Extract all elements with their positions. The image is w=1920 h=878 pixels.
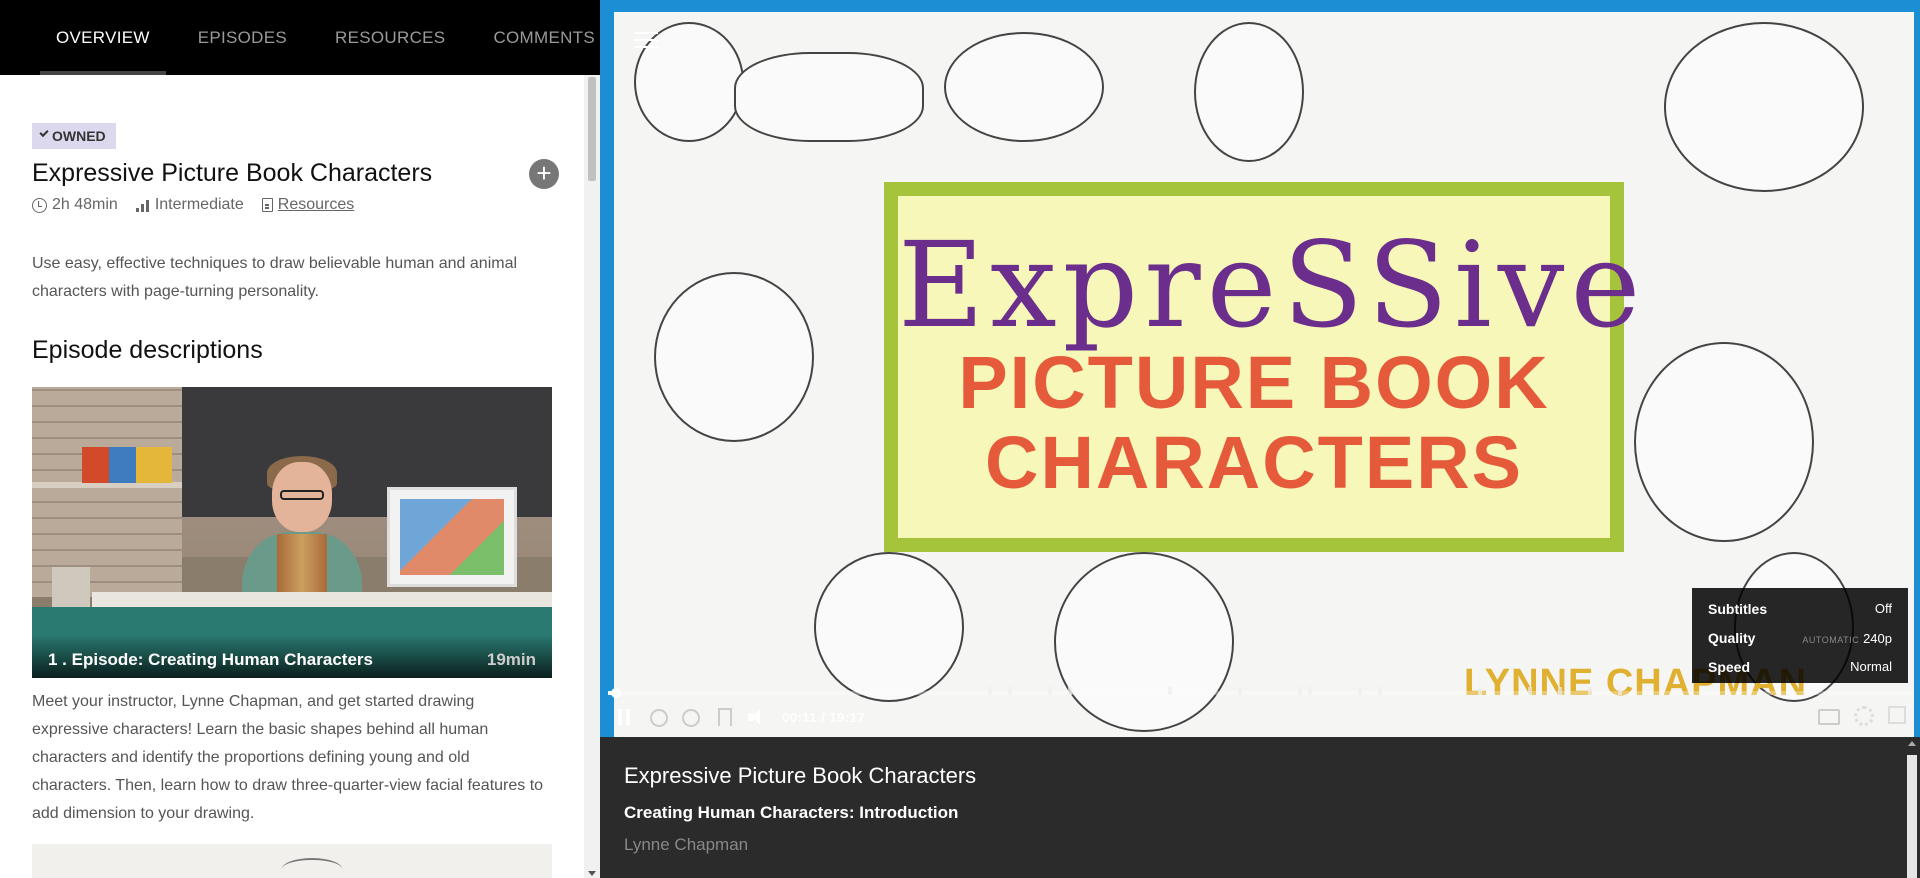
check-icon [39, 127, 49, 138]
video-player-panel: ExpreSSive PICTURE BOOK CHARACTERS LYNNE… [600, 0, 1920, 878]
player-controls: 00:11 / 19:17 [600, 698, 1920, 736]
tab-comments[interactable]: COMMENTS [477, 0, 600, 75]
quality-setting[interactable]: Quality AUTOMATIC 240p [1708, 623, 1892, 652]
bookmark-icon[interactable] [718, 708, 732, 726]
fullscreen-icon[interactable] [1888, 706, 1906, 724]
course-overview-panel: OVERVIEW EPISODES RESOURCES COMMENTS OWN… [0, 0, 600, 878]
clock-icon [32, 197, 47, 213]
add-course-button[interactable]: + [529, 159, 559, 189]
tab-resources[interactable]: RESOURCES [319, 0, 461, 75]
tab-episodes[interactable]: EPISODES [182, 0, 303, 75]
app: OVERVIEW EPISODES RESOURCES COMMENTS OWN… [0, 0, 1920, 878]
title-card: ExpreSSive PICTURE BOOK CHARACTERS [884, 182, 1647, 552]
volume-icon[interactable] [746, 706, 768, 728]
video-player[interactable]: ExpreSSive PICTURE BOOK CHARACTERS LYNNE… [600, 0, 1920, 737]
total-time: 19:17 [829, 709, 866, 725]
episode-title: 1 . Episode: Creating Human Characters [48, 650, 373, 669]
gear-icon[interactable] [1854, 706, 1874, 726]
video-course-title: Expressive Picture Book Characters [624, 763, 977, 788]
title-card-line3: CHARACTERS [985, 421, 1523, 504]
video-episode-title: Creating Human Characters: Introduction [624, 803, 959, 822]
overview-content[interactable]: OWNED Expressive Picture Book Characters… [0, 75, 584, 878]
episode-description: Meet your instructor, Lynne Chapman, and… [32, 693, 544, 822]
level-bars-icon [135, 199, 150, 212]
settings-menu: Subtitles Off Quality AUTOMATIC 240p Spee… [1692, 588, 1908, 683]
progress-handle[interactable] [611, 688, 621, 698]
title-card-line2: PICTURE BOOK [958, 341, 1550, 424]
menu-icon[interactable] [634, 32, 658, 48]
scroll-down-arrow-icon[interactable] [588, 871, 596, 876]
episode-descriptions-heading: Episode descriptions [32, 336, 263, 364]
duration-meta: 2h 48min [32, 196, 118, 214]
info-scrollbar[interactable] [1904, 737, 1920, 878]
current-time: 00:11 [782, 709, 818, 725]
resources-meta[interactable]: Resources [261, 196, 354, 214]
next-episode-thumbnail[interactable] [32, 844, 552, 878]
owned-badge-label: OWNED [52, 128, 106, 144]
episode-duration: 19min [486, 650, 536, 669]
resources-link[interactable]: Resources [278, 196, 354, 214]
tab-bar: OVERVIEW EPISODES RESOURCES COMMENTS [0, 0, 600, 75]
course-title: Expressive Picture Book Characters [32, 159, 433, 187]
progress-bar[interactable] [608, 687, 1912, 698]
rewind-icon[interactable] [650, 709, 668, 727]
course-meta: 2h 48min Intermediate Resources [32, 196, 552, 214]
forward-icon[interactable] [682, 709, 700, 727]
video-author: Lynne Chapman [624, 835, 749, 854]
subtitles-setting[interactable]: Subtitles Off [1708, 594, 1892, 623]
duration-text: 2h 48min [52, 196, 118, 213]
tab-overview[interactable]: OVERVIEW [40, 0, 166, 75]
level-meta: Intermediate [135, 196, 244, 214]
scrollbar-thumb[interactable] [588, 77, 596, 181]
level-text: Intermediate [154, 196, 244, 213]
course-description: Use easy, effective techniques to draw b… [32, 255, 518, 300]
speed-setting[interactable]: Speed Normal [1708, 652, 1892, 681]
video-info: Expressive Picture Book Characters Creat… [600, 737, 1920, 878]
owned-badge: OWNED [32, 123, 116, 149]
time-separator: / [821, 709, 826, 725]
info-scrollbar-thumb[interactable] [1907, 755, 1917, 878]
episode-thumbnail[interactable]: 1 . Episode: Creating Human Characters 1… [32, 387, 552, 678]
cast-icon[interactable] [1818, 709, 1840, 725]
time-display: 00:11 / 19:17 [782, 710, 865, 725]
scroll-up-arrow-icon[interactable] [1908, 741, 1916, 746]
document-icon [261, 198, 273, 212]
pause-icon[interactable] [614, 706, 636, 728]
left-scrollbar[interactable] [584, 75, 600, 878]
title-card-line1: ExpreSSive [898, 216, 1647, 354]
